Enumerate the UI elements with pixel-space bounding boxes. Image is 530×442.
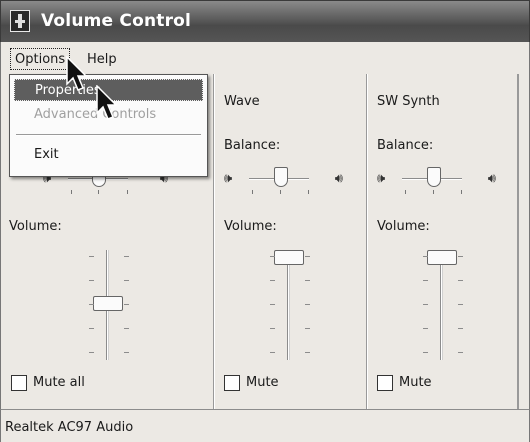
tick-mark xyxy=(124,328,129,329)
wave-balance-label: Balance: xyxy=(224,138,281,153)
tick-mark xyxy=(270,352,275,353)
checkbox-box[interactable] xyxy=(224,375,240,391)
device-name: Realtek AC97 Audio xyxy=(5,420,134,435)
tick-mark xyxy=(423,304,428,305)
tick-mark xyxy=(89,280,94,281)
tick-mark xyxy=(308,190,309,194)
wave-balance-thumb[interactable] xyxy=(274,167,288,187)
tick-mark xyxy=(423,328,428,329)
tick-mark xyxy=(127,190,128,194)
checkbox-box[interactable] xyxy=(377,375,393,391)
status-bar: Realtek AC97 Audio xyxy=(0,409,530,442)
mute-all-label: Mute all xyxy=(33,375,85,390)
tick-mark xyxy=(89,304,94,305)
tick-mark xyxy=(458,256,463,257)
sw-synth-volume-track[interactable] xyxy=(440,250,443,360)
tick-mark xyxy=(280,190,281,194)
speaker-right-icon: 🕪 xyxy=(487,171,496,186)
menu-item-exit[interactable]: Exit xyxy=(14,144,203,166)
tick-mark xyxy=(270,256,275,257)
sw-synth-balance-label: Balance: xyxy=(377,138,434,153)
tick-mark xyxy=(461,190,462,194)
tick-mark xyxy=(89,256,94,257)
tick-mark xyxy=(423,352,428,353)
speaker-left-icon: 🕪 xyxy=(224,171,233,186)
wave-column: Wave Balance: 🕪 🕪 Volume: Mute xyxy=(213,74,363,409)
column-divider xyxy=(517,74,519,409)
sw-synth-column: SW Synth Balance: 🕪 🕪 Volume: Mute xyxy=(366,74,521,409)
menu-separator xyxy=(16,134,201,136)
app-volume-icon xyxy=(10,10,30,32)
master-volume-label: Volume: xyxy=(9,219,62,234)
tick-mark xyxy=(458,352,463,353)
sw-synth-volume-label: Volume: xyxy=(377,219,430,234)
tick-mark xyxy=(458,304,463,305)
speaker-left-icon: 🕪 xyxy=(377,171,386,186)
wave-mute-label: Mute xyxy=(246,375,279,390)
tick-mark xyxy=(305,352,310,353)
window-title: Volume Control xyxy=(41,11,192,31)
sw-synth-title: SW Synth xyxy=(377,94,440,109)
tick-mark xyxy=(270,328,275,329)
tick-mark xyxy=(458,280,463,281)
tick-mark xyxy=(124,304,129,305)
wave-volume-label: Volume: xyxy=(224,219,277,234)
tick-mark xyxy=(458,328,463,329)
tick-mark xyxy=(89,352,94,353)
speaker-right-icon: 🕪 xyxy=(334,171,343,186)
checkbox-box[interactable] xyxy=(11,375,27,391)
wave-volume-track[interactable] xyxy=(287,250,290,360)
tick-mark xyxy=(89,328,94,329)
tick-mark xyxy=(71,190,72,194)
tick-mark xyxy=(305,256,310,257)
tick-mark xyxy=(405,190,406,194)
tick-mark xyxy=(433,190,434,194)
tick-mark xyxy=(124,280,129,281)
menu-options[interactable]: Options xyxy=(10,48,71,70)
tick-mark xyxy=(305,280,310,281)
tick-mark xyxy=(270,280,275,281)
tick-mark xyxy=(270,304,275,305)
title-bar[interactable]: Volume Control xyxy=(0,0,530,42)
wave-volume-thumb[interactable] xyxy=(274,250,304,265)
tick-mark xyxy=(305,328,310,329)
tick-mark xyxy=(423,256,428,257)
tick-mark xyxy=(98,190,99,194)
wave-title: Wave xyxy=(224,94,260,109)
tick-mark xyxy=(252,190,253,194)
tick-mark xyxy=(423,280,428,281)
tick-mark xyxy=(305,304,310,305)
sw-synth-mute-label: Mute xyxy=(399,375,432,390)
sw-synth-volume-thumb[interactable] xyxy=(427,250,457,265)
tick-mark xyxy=(124,352,129,353)
master-volume-thumb[interactable] xyxy=(93,296,123,311)
sw-synth-balance-thumb[interactable] xyxy=(427,167,441,187)
tick-mark xyxy=(124,256,129,257)
